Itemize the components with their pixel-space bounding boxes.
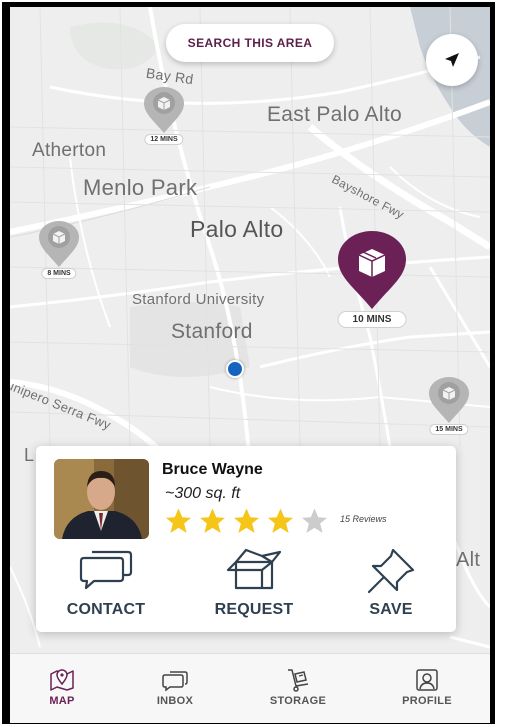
person-photo	[54, 459, 149, 539]
map-pin[interactable]: 12 MINS	[142, 87, 186, 149]
box-pin-icon	[338, 231, 406, 309]
star-filled-icon	[200, 508, 225, 533]
map-label-stanford-university: Stanford University	[132, 291, 265, 308]
nav-tab-profile[interactable]: PROFILE	[382, 654, 472, 723]
app-screen: Bay Rd East Palo Alto Atherton Menlo Par…	[10, 7, 490, 723]
contact-label: CONTACT	[66, 601, 146, 618]
push-pin-icon	[367, 548, 415, 594]
map-pin[interactable]: 8 MINS	[37, 221, 81, 283]
map-pin[interactable]: 15 MINS	[427, 377, 471, 439]
map-label-east-palo-alto: East Palo Alto	[267, 103, 402, 126]
star-filled-icon	[268, 508, 293, 533]
save-label: SAVE	[369, 601, 413, 618]
pin-time-label: 15 MINS	[429, 424, 469, 435]
navigation-arrow-icon	[445, 53, 459, 67]
pin-time-label: 12 MINS	[144, 134, 184, 145]
request-button[interactable]: REQUEST	[199, 546, 309, 620]
bottom-navigation: MAP INBOX STORAGE PROFILE	[10, 653, 490, 723]
space-size: ~300 sq. ft	[165, 485, 241, 502]
current-location-dot	[226, 360, 244, 378]
pin-time-label-selected: 10 MINS	[337, 311, 407, 328]
nav-label-storage: STORAGE	[269, 695, 327, 707]
host-avatar	[54, 459, 149, 539]
nav-label-map: MAP	[49, 695, 75, 707]
profile-icon	[416, 669, 438, 691]
box-pin-icon	[144, 87, 184, 133]
nav-label-inbox: INBOX	[156, 695, 194, 707]
box-pin-icon	[429, 377, 469, 423]
map-pin-icon	[50, 669, 74, 691]
pin-time-label: 8 MINS	[41, 268, 77, 279]
box-pin-icon	[39, 221, 79, 267]
map-pin-selected[interactable]: 10 MINS	[336, 231, 408, 331]
map-label-stanford: Stanford	[171, 320, 253, 343]
search-this-area-button[interactable]: SEARCH THIS AREA	[166, 24, 334, 62]
chat-icon	[162, 671, 188, 692]
star-empty-icon	[302, 508, 327, 533]
map-label-alt-partial: Alt	[456, 549, 481, 571]
open-box-icon	[226, 548, 282, 590]
map-label-menlo-park: Menlo Park	[83, 175, 198, 200]
map-label-palo-alto: Palo Alto	[190, 216, 284, 242]
star-filled-icon	[166, 508, 191, 533]
contact-button[interactable]: CONTACT	[51, 546, 161, 620]
nav-tab-inbox[interactable]: INBOX	[130, 654, 220, 723]
listing-card[interactable]: Bruce Wayne ~300 sq. ft 15 Reviews CONTA…	[36, 446, 456, 632]
review-count: 15 Reviews	[340, 514, 387, 524]
my-location-button[interactable]	[426, 34, 478, 86]
star-filled-icon	[234, 508, 259, 533]
map-label-atherton: Atherton	[32, 140, 107, 161]
save-button[interactable]: SAVE	[336, 546, 446, 620]
chat-bubbles-icon	[79, 550, 133, 590]
nav-tab-map[interactable]: MAP	[17, 654, 107, 723]
map-label-l-partial: L	[24, 445, 35, 465]
request-label: REQUEST	[214, 601, 294, 618]
nav-tab-storage[interactable]: STORAGE	[253, 654, 343, 723]
hand-truck-icon	[288, 669, 309, 692]
rating-stars	[162, 506, 332, 536]
host-name: Bruce Wayne	[162, 461, 263, 478]
nav-label-profile: PROFILE	[402, 695, 452, 707]
